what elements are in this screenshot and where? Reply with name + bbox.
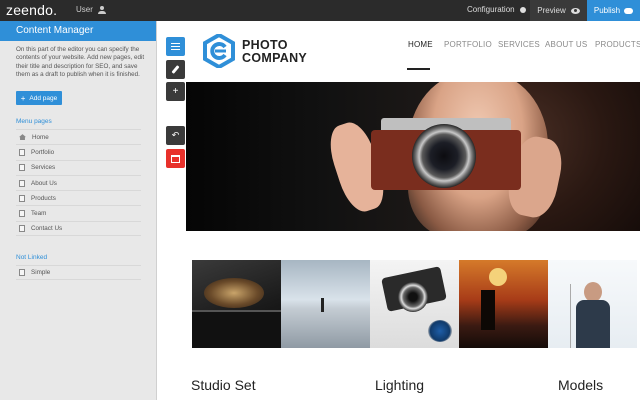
menu-page-label: Simple: [31, 269, 51, 277]
menu-page-portfolio[interactable]: Portfolio: [16, 144, 141, 159]
content-manager-description: On this part of the editor you can speci…: [16, 46, 145, 79]
photo-company-logo[interactable]: [202, 34, 236, 68]
nav-products[interactable]: PRODUCTS: [595, 40, 640, 49]
menu-page-label: Contact Us: [31, 224, 63, 232]
page-icon: [19, 164, 25, 172]
content-manager-sidebar: Content Manager On this part of the edit…: [0, 21, 157, 400]
menu-page-label: Services: [31, 164, 56, 172]
hero-image: [186, 82, 640, 231]
not-linked-title: Not Linked: [16, 254, 48, 261]
add-page-label: Add page: [29, 94, 58, 102]
calendar-icon: [171, 154, 180, 163]
menu-page-about-us[interactable]: About Us: [16, 174, 141, 190]
configuration-button[interactable]: Configuration: [467, 5, 526, 14]
app-logo: zeendo.: [6, 2, 58, 18]
brand-name-line2: COMPANY: [242, 51, 308, 65]
page-icon: [19, 194, 25, 202]
website-preview: PHOTO COMPANY HOME PORTFOLIO SERVICES AB…: [186, 21, 640, 400]
menu-pages-title: Menu pages: [16, 118, 52, 125]
gallery-image-sunset-photographer[interactable]: [459, 260, 548, 348]
menu-page-contact-us[interactable]: Contact Us: [16, 220, 141, 237]
not-linked-list: Simple: [16, 265, 141, 281]
top-bar: zeendo. User Configuration Preview Publi…: [0, 0, 640, 21]
menu-page-label: Team: [31, 210, 47, 218]
add-page-button[interactable]: + Add page: [16, 91, 62, 105]
home-icon: [19, 134, 26, 141]
preview-button[interactable]: Preview: [530, 0, 587, 21]
nav-portfolio[interactable]: PORTFOLIO: [444, 40, 492, 49]
nav-home[interactable]: HOME: [408, 40, 433, 49]
configuration-label: Configuration: [467, 5, 515, 14]
plus-icon: +: [172, 86, 179, 97]
gallery-image-camera-gear[interactable]: [370, 260, 459, 348]
gallery-image-photographer-lake[interactable]: [281, 260, 370, 348]
caption-studio-set: Studio Set: [191, 377, 256, 393]
cloud-upload-icon: [624, 7, 634, 14]
page-icon: [19, 269, 25, 277]
menu-page-services[interactable]: Services: [16, 159, 141, 175]
user-label: User: [76, 5, 93, 14]
service-gallery: [192, 260, 640, 348]
add-element-button[interactable]: +: [166, 82, 185, 101]
page-icon: [19, 224, 25, 232]
not-linked-page-simple[interactable]: Simple: [16, 265, 141, 281]
menu-page-label: Home: [32, 133, 49, 141]
menu-page-label: Portfolio: [31, 148, 55, 156]
preview-label: Preview: [537, 6, 566, 15]
menu-page-label: About Us: [31, 179, 57, 187]
menu-tool-button[interactable]: [166, 37, 185, 56]
menu-pages-list: Home Portfolio Services About Us Product…: [16, 129, 141, 237]
nav-about-us[interactable]: ABOUT US: [545, 40, 587, 49]
nav-services[interactable]: SERVICES: [498, 40, 540, 49]
menu-icon: [171, 43, 180, 50]
gallery-image-studio-photographer[interactable]: [548, 260, 637, 348]
design-tool-button[interactable]: [166, 60, 185, 79]
brand-name-line1: PHOTO: [242, 38, 288, 52]
hero-camera-lens: [412, 124, 476, 188]
menu-page-products[interactable]: Products: [16, 190, 141, 205]
page-icon: [19, 148, 25, 156]
user-menu[interactable]: User: [76, 5, 106, 14]
nav-active-indicator: [407, 68, 430, 70]
undo-icon: ↶: [171, 130, 180, 140]
menu-page-label: Products: [31, 194, 56, 202]
menu-page-home[interactable]: Home: [16, 129, 141, 144]
publish-button[interactable]: Publish: [587, 0, 640, 21]
plus-icon: +: [20, 93, 26, 103]
gallery-image-butterfly[interactable]: [192, 260, 281, 348]
publish-label: Publish: [593, 6, 621, 15]
brush-icon: [171, 65, 180, 74]
menu-page-team[interactable]: Team: [16, 205, 141, 220]
page-icon: [19, 210, 25, 218]
calendar-tool-button[interactable]: [166, 149, 185, 168]
caption-lighting: Lighting: [375, 377, 425, 393]
content-manager-title: Content Manager: [0, 21, 156, 41]
eye-icon: [570, 7, 580, 14]
gear-icon: [519, 6, 526, 13]
caption-models: Models: [558, 377, 604, 393]
page-icon: [19, 179, 25, 187]
user-icon: [97, 5, 106, 14]
undo-button[interactable]: ↶: [166, 126, 185, 145]
